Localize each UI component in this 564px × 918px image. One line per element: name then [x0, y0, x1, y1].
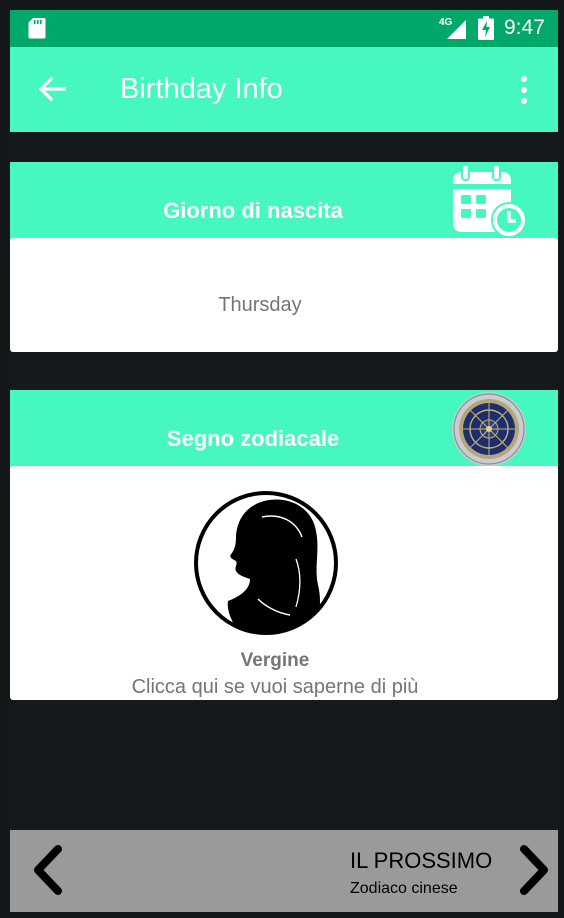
battery-charging-icon [478, 16, 494, 40]
chevron-right-icon[interactable] [514, 844, 554, 896]
network-type-label: 4G [439, 17, 453, 28]
zodiac-card[interactable]: Vergine Clicca qui se vuoi saperne di pi… [10, 466, 558, 700]
calendar-clock-icon [453, 164, 527, 238]
zodiac-sign-name: Vergine [240, 650, 310, 671]
birth-day-header: Giorno di nascita [10, 162, 558, 240]
birth-day-header-label: Giorno di nascita [163, 198, 343, 223]
zodiac-wheel-icon [452, 392, 526, 466]
zodiac-header-label: Segno zodiacale [166, 426, 340, 451]
bottom-nav-bar: IL PROSSIMO Zodiaco cinese [10, 830, 558, 912]
clock-text: 9:47 [504, 16, 545, 39]
sd-card-icon [28, 18, 46, 39]
cell-signal-icon: 4G [439, 17, 466, 39]
page-title: Birthday Info [120, 73, 283, 105]
zodiac-header: Segno zodiacale [10, 390, 558, 468]
next-button-subtitle[interactable]: Zodiaco cinese [350, 880, 458, 898]
arrow-left-icon[interactable] [38, 75, 66, 103]
virgo-silhouette-icon [194, 491, 338, 635]
phone-screen: 4G 9:47 Birthday Info Giorno di nascita [10, 10, 558, 912]
app-bar: Birthday Info [10, 47, 558, 132]
more-vert-icon[interactable] [514, 75, 534, 105]
zodiac-more-link[interactable]: Clicca qui se vuoi saperne di più [10, 676, 540, 699]
next-button-title[interactable]: IL PROSSIMO [350, 848, 492, 874]
birth-day-card: Thursday [10, 238, 558, 352]
birth-day-value: Thursday [218, 294, 302, 316]
status-bar: 4G 9:47 [10, 10, 558, 47]
chevron-left-icon[interactable] [28, 844, 68, 896]
